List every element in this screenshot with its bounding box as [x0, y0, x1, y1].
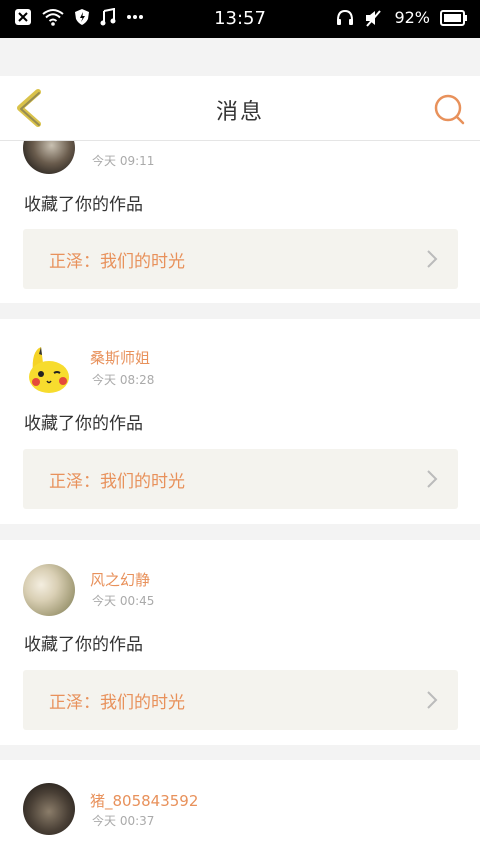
message-action: 收藏了你的作品	[24, 195, 143, 215]
avatar[interactable]	[23, 564, 75, 616]
work-link[interactable]: 正泽：我们的时光	[23, 449, 458, 509]
mute-icon	[366, 9, 382, 27]
app-header: 消息	[0, 76, 480, 141]
message-time: 今天 09:11	[92, 154, 155, 168]
message-time: 今天 00:45	[92, 594, 155, 608]
message-card[interactable]: 猪_805843592 今天 00:37	[0, 760, 480, 854]
message-card[interactable]: 风之幻静 今天 00:45 收藏了你的作品 正泽：我们的时光	[0, 540, 480, 745]
chevron-right-icon	[427, 250, 438, 268]
status-right-icons: 92%	[336, 8, 468, 27]
work-link[interactable]: 正泽：我们的时光	[23, 229, 458, 289]
top-spacer	[0, 38, 480, 76]
battery-percent: 92%	[394, 8, 430, 27]
username[interactable]: 桑斯师姐	[90, 347, 150, 368]
pikachu-avatar-image	[29, 347, 69, 393]
work-title: 正泽：我们的时光	[49, 252, 185, 272]
battery-icon	[440, 9, 467, 26]
username[interactable]: 猪_805843592	[90, 790, 198, 811]
message-action: 收藏了你的作品	[24, 414, 143, 434]
work-title: 正泽：我们的时光	[49, 472, 185, 492]
status-bar: 13:57 92%	[0, 0, 480, 38]
message-time: 今天 08:28	[92, 373, 155, 387]
message-card[interactable]: 桑斯师姐 今天 08:28 收藏了你的作品 正泽：我们的时光	[0, 319, 480, 524]
chevron-right-icon	[427, 470, 438, 488]
page-title: 消息	[215, 100, 264, 125]
chevron-right-icon	[427, 691, 438, 709]
username[interactable]: 风之幻静	[90, 569, 150, 590]
message-action: 收藏了你的作品	[24, 635, 143, 655]
message-time: 今天 00:37	[92, 814, 155, 828]
work-title: 正泽：我们的时光	[49, 693, 185, 713]
headphones-icon	[337, 9, 354, 25]
avatar[interactable]	[23, 343, 75, 395]
search-icon[interactable]	[432, 92, 466, 126]
avatar[interactable]	[23, 783, 75, 835]
work-link[interactable]: 正泽：我们的时光	[23, 670, 458, 730]
